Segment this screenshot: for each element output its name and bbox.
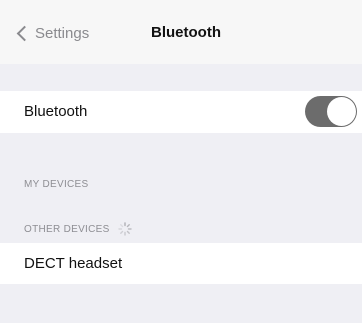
bluetooth-toggle[interactable] <box>305 96 357 127</box>
bluetooth-label: Bluetooth <box>24 103 88 120</box>
other-devices-label: OTHER DEVICES <box>24 223 110 235</box>
navigation-bar: Settings Bluetooth <box>0 0 362 64</box>
other-devices-header: OTHER DEVICES <box>24 222 132 236</box>
page-title: Bluetooth <box>151 24 221 41</box>
my-devices-header: MY DEVICES <box>24 179 89 190</box>
loading-spinner-icon <box>117 222 132 236</box>
device-name: DECT headset <box>24 255 123 272</box>
device-row-dect-headset[interactable]: DECT headset <box>0 243 362 284</box>
toggle-knob <box>327 97 356 126</box>
